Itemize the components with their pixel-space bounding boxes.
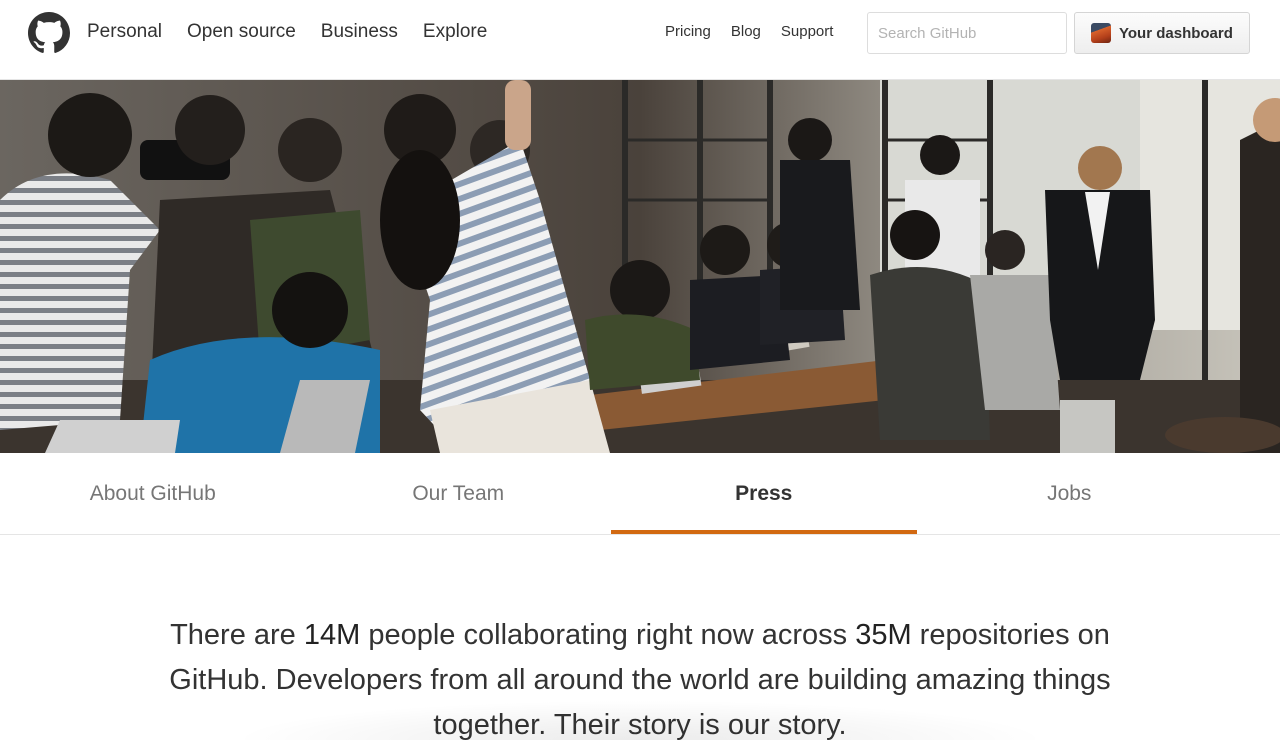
github-octocat-icon — [28, 12, 70, 53]
github-logo[interactable] — [28, 12, 70, 54]
tab-about-github[interactable]: About GitHub — [0, 453, 306, 534]
nav-blog[interactable]: Blog — [731, 20, 761, 44]
repo-count: 35M — [855, 619, 912, 651]
search-input[interactable] — [867, 12, 1067, 54]
intro-text-1: There are — [170, 619, 304, 651]
tab-jobs[interactable]: Jobs — [917, 453, 1223, 534]
hero-image — [0, 80, 1280, 453]
nav-support[interactable]: Support — [781, 20, 834, 44]
tab-press[interactable]: Press — [611, 453, 917, 534]
nav-pricing[interactable]: Pricing — [665, 20, 711, 44]
nav-business[interactable]: Business — [321, 18, 398, 46]
tab-our-team[interactable]: Our Team — [306, 453, 612, 534]
nav-open-source[interactable]: Open source — [187, 18, 296, 46]
nav-personal[interactable]: Personal — [87, 18, 162, 46]
press-photo — [0, 80, 1280, 453]
avatar — [1091, 23, 1111, 43]
nav-explore[interactable]: Explore — [423, 18, 487, 46]
people-count: 14M — [303, 619, 361, 651]
secondary-nav: Pricing Blog Support — [665, 20, 853, 44]
main-nav: Personal Open source Business Explore — [87, 18, 512, 46]
site-header: Personal Open source Business Explore Pr… — [0, 0, 1280, 80]
intro-text-2: people collaborating right now across — [360, 619, 856, 651]
your-dashboard-button[interactable]: Your dashboard — [1074, 12, 1250, 54]
section-fade — [230, 700, 1050, 740]
about-tabs: About GitHub Our Team Press Jobs — [0, 453, 1280, 535]
dashboard-button-label: Your dashboard — [1119, 24, 1233, 42]
